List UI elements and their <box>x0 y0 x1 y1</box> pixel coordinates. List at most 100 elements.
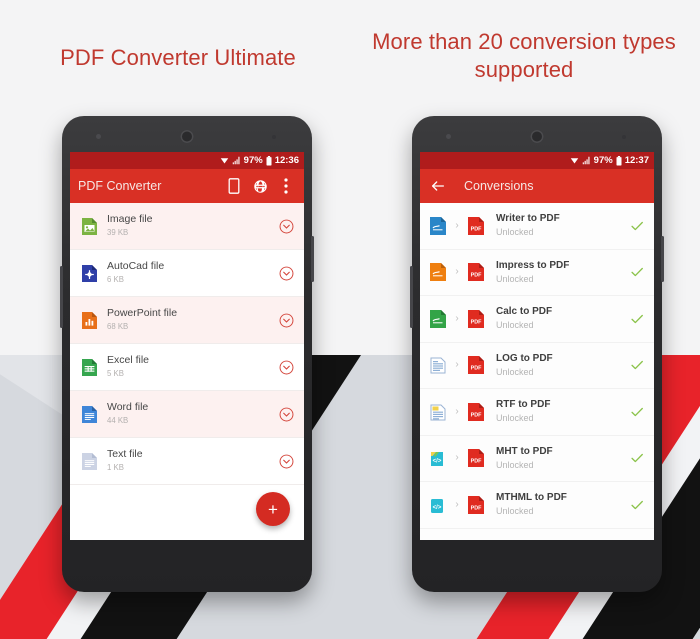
svg-text:PDF: PDF <box>471 319 482 325</box>
file-info: PowerPoint file 68 KB <box>107 307 270 333</box>
conversion-name: BMP to PDF <box>496 538 624 540</box>
file-info: Image file 39 KB <box>107 213 270 239</box>
earpiece-speaker <box>530 130 544 143</box>
log-file-icon <box>429 355 447 375</box>
headline-right: More than 20 conversion types supported <box>372 29 676 82</box>
conversion-status: Unlocked <box>496 366 534 377</box>
wifi-icon <box>570 156 579 165</box>
conversion-list-item[interactable]: BMP › PDF BMP to PDF Unlocked <box>420 528 654 540</box>
conversion-name: RTF to PDF <box>496 399 551 411</box>
conversion-info: Impress to PDF Unlocked <box>491 259 624 286</box>
phone-mockup-right: 97% 12:37 Conversions › PDF Writer to PD… <box>410 116 664 592</box>
headline-left: PDF Converter Ultimate <box>60 45 296 70</box>
earpiece-speaker <box>180 130 194 143</box>
conversion-name: LOG to PDF <box>496 352 553 364</box>
proximity-sensor <box>622 135 626 139</box>
chevron-down-icon[interactable] <box>279 313 294 328</box>
chevron-down-icon[interactable] <box>279 360 294 375</box>
front-camera-icon <box>446 134 451 139</box>
volume-button[interactable] <box>60 266 63 328</box>
conversion-info: MHT to PDF Unlocked <box>491 445 624 472</box>
svg-text:</>: </> <box>433 505 442 511</box>
pdf-file-icon: PDF <box>467 309 485 329</box>
word-file-icon <box>81 405 98 424</box>
check-icon <box>630 265 644 279</box>
conversion-info: Writer to PDF Unlocked <box>491 212 624 239</box>
writer-doc-icon <box>429 216 447 236</box>
impress-doc-icon <box>429 262 447 282</box>
file-size: 68 KB <box>107 321 129 331</box>
file-size: 1 KB <box>107 462 124 472</box>
conversion-list-item[interactable]: </> › PDF MTHML to PDF Unlocked <box>420 482 654 529</box>
conversion-list-item[interactable]: › PDF Impress to PDF Unlocked <box>420 249 654 296</box>
image-file-icon <box>81 217 98 236</box>
mht-code-icon: </> <box>429 448 447 468</box>
volume-button[interactable] <box>410 266 413 328</box>
arrow-right-icon: › <box>455 219 459 231</box>
conversion-info: MTHML to PDF Unlocked <box>491 491 624 518</box>
check-icon <box>630 219 644 233</box>
conversion-list-item[interactable]: › PDF RTF to PDF Unlocked <box>420 389 654 436</box>
wifi-icon <box>220 156 229 165</box>
conversion-name: Writer to PDF <box>496 213 560 225</box>
pdf-file-icon: PDF <box>467 448 485 468</box>
svg-text:PDF: PDF <box>471 412 482 418</box>
overflow-menu-icon[interactable] <box>276 176 296 196</box>
phone-screen-left: 97% 12:36 PDF Converter Image file 39 KB… <box>70 152 304 540</box>
file-list-item[interactable]: AutoCad file 6 KB <box>70 250 304 297</box>
autocad-file-icon <box>81 264 98 283</box>
chevron-down-icon[interactable] <box>279 454 294 469</box>
conversion-name: Impress to PDF <box>496 259 570 271</box>
rtf-file-icon <box>429 402 447 422</box>
chevron-down-icon[interactable] <box>279 407 294 422</box>
conversion-list-item[interactable]: › PDF Calc to PDF Unlocked <box>420 296 654 343</box>
conversion-status: Unlocked <box>496 227 534 238</box>
conversion-status: Unlocked <box>496 413 534 424</box>
add-file-fab[interactable]: + <box>256 492 290 526</box>
status-bar-right: 97% 12:37 <box>420 152 654 169</box>
conversion-list-item[interactable]: › PDF LOG to PDF Unlocked <box>420 342 654 389</box>
chevron-down-icon[interactable] <box>279 266 294 281</box>
conversion-info: BMP to PDF Unlocked <box>491 538 624 540</box>
check-icon <box>630 312 644 326</box>
file-list-item[interactable]: Image file 39 KB <box>70 203 304 250</box>
clock-label: 12:36 <box>274 154 299 166</box>
svg-text:PDF: PDF <box>471 226 482 232</box>
file-list-item[interactable]: Excel file 5 KB <box>70 344 304 391</box>
back-arrow-icon[interactable] <box>428 176 448 196</box>
file-size: 5 KB <box>107 368 124 378</box>
file-name: AutoCad file <box>107 260 165 273</box>
file-list-item[interactable]: PowerPoint file 68 KB <box>70 297 304 344</box>
file-list-item[interactable]: Text file 1 KB <box>70 438 304 485</box>
conversion-name: MTHML to PDF <box>496 492 567 504</box>
check-icon <box>630 451 644 465</box>
file-name: Excel file <box>107 354 150 367</box>
file-info: Word file 44 KB <box>107 401 270 427</box>
globe-icon[interactable] <box>250 176 270 196</box>
clock-label: 12:37 <box>624 154 649 166</box>
arrow-right-icon: › <box>455 266 459 278</box>
app-bar-left: PDF Converter <box>70 169 304 203</box>
calc-doc-icon <box>429 309 447 329</box>
conversion-list-item[interactable]: › PDF Writer to PDF Unlocked <box>420 203 654 250</box>
file-info: Text file 1 KB <box>107 448 270 474</box>
file-name: Image file <box>107 213 153 226</box>
check-icon <box>630 405 644 419</box>
pdf-file-icon: PDF <box>467 262 485 282</box>
signal-icon <box>582 156 591 165</box>
arrow-right-icon: › <box>455 498 459 510</box>
conversion-name: MHT to PDF <box>496 445 553 457</box>
conversion-info: LOG to PDF Unlocked <box>491 352 624 379</box>
conversion-name: Calc to PDF <box>496 306 553 318</box>
pdf-file-icon: PDF <box>467 355 485 375</box>
chevron-down-icon[interactable] <box>279 219 294 234</box>
phone-screen-right: 97% 12:37 Conversions › PDF Writer to PD… <box>420 152 654 540</box>
conversion-status: Unlocked <box>496 320 534 331</box>
phone-icon[interactable] <box>224 176 244 196</box>
power-button[interactable] <box>311 236 314 282</box>
file-list-item[interactable]: Word file 44 KB <box>70 391 304 438</box>
conversion-status: Unlocked <box>496 506 534 517</box>
conversion-status: Unlocked <box>496 273 534 284</box>
power-button[interactable] <box>661 236 664 282</box>
conversion-list-item[interactable]: </> › PDF MHT to PDF Unlocked <box>420 435 654 482</box>
